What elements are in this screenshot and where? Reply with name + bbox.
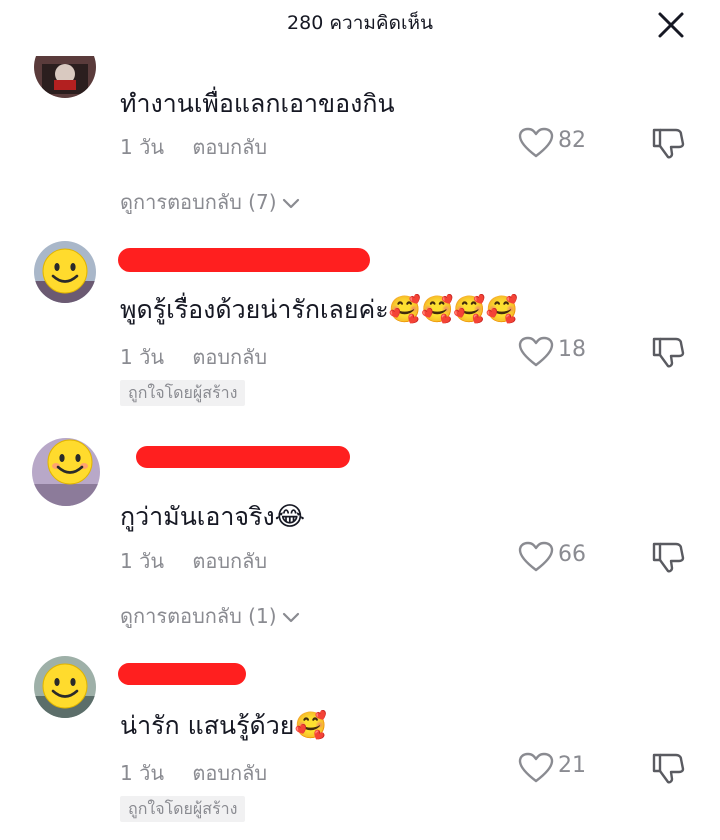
comment-time: 1 วัน [120, 549, 164, 573]
emoji-group: 🥰🥰🥰🥰 [388, 295, 519, 325]
avatar[interactable] [34, 241, 96, 303]
avatar[interactable] [34, 656, 96, 718]
heart-icon [518, 127, 554, 158]
heart-icon [518, 541, 554, 572]
comment-text: กูว่ามันเอาจริง😂 [120, 497, 305, 537]
dislike-button[interactable] [650, 334, 686, 370]
like-count: 66 [558, 542, 586, 567]
thumbs-down-icon [652, 337, 685, 368]
thumbs-down-icon [652, 128, 685, 159]
thumbs-down-icon [652, 753, 685, 784]
comments-header: 280 ความคิดเห็น [0, 0, 720, 46]
reply-button[interactable]: ตอบกลับ [192, 549, 267, 573]
chevron-down-icon [282, 612, 299, 622]
comment-body: พูดรู้เรื่องด้วยน่ารักเลยค่ะ [120, 295, 389, 324]
comment-text: ทำงานเพื่อแลกเอาของกิน [120, 89, 395, 118]
dislike-button[interactable] [650, 539, 686, 575]
reply-button[interactable]: ตอบกลับ [192, 761, 267, 785]
comment-time: 1 วัน [120, 345, 164, 369]
comment-count-title: 280 ความคิดเห็น [287, 12, 433, 34]
comment-meta: 1 วัน ตอบกลับ [120, 757, 267, 789]
redaction-mark [136, 446, 350, 468]
dislike-button[interactable] [650, 750, 686, 786]
heart-icon [518, 752, 554, 783]
chevron-down-icon [282, 198, 299, 208]
heart-icon [518, 336, 554, 367]
smiley-face-icon [34, 241, 96, 303]
reply-button[interactable]: ตอบกลับ [192, 135, 267, 159]
close-button[interactable] [654, 8, 688, 42]
emoji-group: 🥰 [294, 711, 327, 741]
comment-meta: 1 วัน ตอบกลับ [120, 341, 267, 373]
comment-text: น่ารัก แสนรู้ด้วย🥰 [120, 706, 327, 746]
smiley-face-icon [34, 656, 96, 718]
emoji-group: 😂 [274, 502, 306, 532]
reply-button[interactable]: ตอบกลับ [192, 345, 267, 369]
comment-meta: 1 วัน ตอบกลับ [120, 131, 267, 163]
comment-text: พูดรู้เรื่องด้วยน่ารักเลยค่ะ🥰🥰🥰🥰 [120, 290, 518, 330]
view-replies-label: ดูการตอบกลับ (7) [120, 190, 277, 214]
like-count: 18 [558, 337, 586, 362]
like-button[interactable]: 21 [518, 750, 608, 786]
comment-body: กูว่ามันเอาจริง [120, 502, 275, 531]
view-replies-button[interactable]: ดูการตอบกลับ (7) [120, 186, 301, 218]
comment-meta: 1 วัน ตอบกลับ [120, 545, 267, 577]
comment-time: 1 วัน [120, 135, 164, 159]
like-button[interactable]: 82 [518, 125, 608, 161]
redaction-mark [118, 663, 246, 685]
liked-by-creator-badge: ถูกใจโดยผู้สร้าง [120, 380, 246, 406]
like-count: 82 [558, 128, 586, 153]
comment-time: 1 วัน [120, 761, 164, 785]
like-button[interactable]: 18 [518, 334, 608, 370]
comment-body: น่ารัก แสนรู้ด้วย [120, 711, 295, 740]
like-count: 21 [558, 753, 586, 778]
close-icon [658, 12, 684, 38]
thumbs-down-icon [652, 542, 685, 573]
dislike-button[interactable] [650, 125, 686, 161]
like-button[interactable]: 66 [518, 539, 608, 575]
avatar[interactable] [32, 438, 100, 506]
liked-by-creator-badge: ถูกใจโดยผู้สร้าง [120, 796, 246, 822]
view-replies-label: ดูการตอบกลับ (1) [120, 604, 277, 628]
view-replies-button[interactable]: ดูการตอบกลับ (1) [120, 600, 301, 632]
redaction-mark [118, 248, 370, 272]
smiley-face-icon [32, 438, 100, 506]
